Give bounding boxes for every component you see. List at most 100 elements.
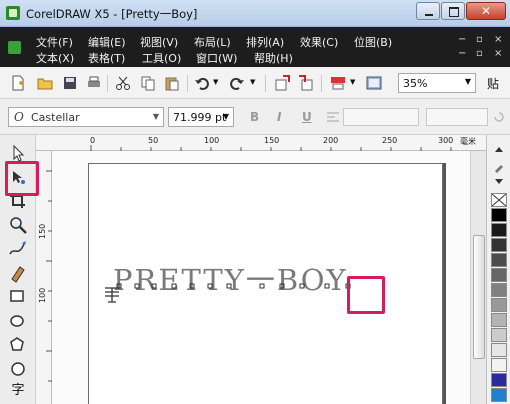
palette-flyout-arrow-icon[interactable] <box>493 177 505 187</box>
toolbar-divider <box>265 75 266 92</box>
open-folder-icon[interactable] <box>37 75 53 91</box>
horizontal-ruler: 0 50 100 150 200 250 300 毫米 <box>36 135 486 151</box>
color-swatch[interactable] <box>491 208 507 222</box>
close-button[interactable]: ✕ <box>466 2 506 20</box>
coreldraw-app-icon[interactable] <box>6 6 20 20</box>
color-swatch[interactable] <box>491 388 507 402</box>
eyedropper-icon[interactable] <box>493 161 505 173</box>
doc2-minimize-button[interactable]: − <box>458 48 466 59</box>
menu-effects[interactable]: 效果(C) <box>300 34 338 50</box>
redo-dropdown-arrow[interactable]: ▼ <box>250 78 255 86</box>
vertical-scrollbar[interactable] <box>470 151 486 404</box>
paste-icon[interactable] <box>164 75 180 91</box>
color-swatch[interactable] <box>491 283 507 297</box>
ruler-tick-label: 150 <box>38 223 47 239</box>
color-swatch[interactable] <box>491 238 507 252</box>
color-swatch[interactable] <box>491 298 507 312</box>
italic-button[interactable]: I <box>277 110 281 124</box>
color-swatch[interactable] <box>491 373 507 387</box>
font-size-select[interactable]: 71.999 pt ▼ <box>168 107 234 127</box>
print-icon[interactable] <box>86 75 102 91</box>
font-name: Castellar <box>31 111 80 124</box>
color-swatch[interactable] <box>491 193 507 207</box>
chevron-down-icon: ▼ <box>464 77 471 86</box>
snap-to-button[interactable]: 贴 <box>487 75 499 92</box>
color-swatch[interactable] <box>491 253 507 267</box>
ellipse-tool-icon[interactable] <box>8 311 28 331</box>
menu-text[interactable]: 文本(X) <box>36 50 74 66</box>
undo-dropdown-arrow[interactable]: ▼ <box>213 78 218 86</box>
text-tool-icon[interactable]: 字 <box>8 379 28 399</box>
undo-icon[interactable] <box>194 75 210 91</box>
polygon-tool-icon[interactable] <box>8 335 28 355</box>
cut-icon[interactable] <box>115 75 131 91</box>
underline-button[interactable]: U <box>302 110 312 124</box>
menu-layout[interactable]: 布局(L) <box>194 34 231 50</box>
smart-fill-tool-icon[interactable] <box>8 263 28 283</box>
font-list-select[interactable]: O Castellar ▼ <box>8 107 164 127</box>
chevron-down-icon: ▼ <box>152 112 159 121</box>
ruler-units-label: 毫米 <box>460 137 476 146</box>
font-size-value: 71.999 pt <box>173 111 227 124</box>
doc-minimize-button[interactable]: − <box>458 34 466 45</box>
rectangle-tool-icon[interactable] <box>8 287 28 307</box>
menu-window[interactable]: 窗口(W) <box>196 50 237 66</box>
save-icon[interactable] <box>62 75 78 91</box>
document-icon[interactable] <box>8 41 21 54</box>
color-swatch[interactable] <box>491 328 507 342</box>
export-icon[interactable] <box>298 75 314 91</box>
menu-help[interactable]: 帮助(H) <box>254 50 293 66</box>
menu-view[interactable]: 视图(V) <box>140 34 178 50</box>
basic-shapes-tool-icon[interactable] <box>8 359 28 379</box>
pick-tool-icon[interactable] <box>8 143 28 163</box>
standard-toolbar: ▼ ▼ ▼ 35% ▼ 贴 <box>0 67 510 99</box>
menu-file[interactable]: 文件(F) <box>36 34 73 50</box>
zoom-level-select[interactable]: 35% ▼ <box>398 73 476 93</box>
window-title: CorelDRAW X5 - [Pretty一Boy] <box>26 7 198 21</box>
color-swatch[interactable] <box>491 358 507 372</box>
toolbar-divider <box>107 75 108 92</box>
doc2-close-button[interactable]: × <box>494 48 502 59</box>
character-node-highlight <box>347 276 385 314</box>
menu-arrange[interactable]: 排列(A) <box>246 34 284 50</box>
property-bar: O Castellar ▼ 71.999 pt ▼ B I U <box>0 99 510 135</box>
menu-table[interactable]: 表格(T) <box>88 50 125 66</box>
color-swatch[interactable] <box>491 313 507 327</box>
toolbar-divider <box>321 75 322 92</box>
doc2-restore-button[interactable]: ▫ <box>476 48 483 59</box>
horizontal-ruler-ticks <box>90 145 452 151</box>
menu-bitmaps[interactable]: 位图(B) <box>354 34 392 50</box>
launcher-dropdown-arrow[interactable]: ▼ <box>350 78 355 86</box>
zoom-value: 35% <box>403 77 428 90</box>
menu-tools[interactable]: 工具(O) <box>142 50 181 66</box>
application-launcher-icon[interactable] <box>330 75 346 91</box>
ruler-tick-label: 100 <box>204 136 220 145</box>
copy-icon[interactable] <box>140 75 156 91</box>
title-bar: CorelDRAW X5 - [Pretty一Boy] ✕ <box>0 0 510 27</box>
color-swatch[interactable] <box>491 223 507 237</box>
line-spacing-field[interactable] <box>426 108 488 126</box>
maximize-button[interactable] <box>441 2 465 20</box>
shape-tool-highlight <box>5 161 39 196</box>
rotate-icon[interactable] <box>492 110 506 124</box>
color-swatch[interactable] <box>491 343 507 357</box>
scrollbar-thumb[interactable] <box>473 235 485 359</box>
redo-icon[interactable] <box>229 75 245 91</box>
align-text-icon[interactable] <box>326 110 340 124</box>
doc-restore-button[interactable]: ▫ <box>476 34 483 45</box>
minimize-button[interactable] <box>416 2 440 20</box>
doc-close-button[interactable]: × <box>494 34 502 45</box>
import-icon[interactable] <box>274 75 290 91</box>
menu-edit[interactable]: 编辑(E) <box>88 34 126 50</box>
freehand-tool-icon[interactable] <box>8 239 28 259</box>
welcome-screen-icon[interactable] <box>366 75 382 91</box>
color-swatch[interactable] <box>491 268 507 282</box>
palette-scroll-up-icon[interactable] <box>493 145 505 155</box>
bold-button[interactable]: B <box>250 110 259 124</box>
ruler-tick-label: 200 <box>323 136 339 145</box>
new-document-icon[interactable] <box>10 75 26 91</box>
opentype-font-icon: O <box>14 110 24 124</box>
ruler-tick-label: 250 <box>382 136 398 145</box>
char-spacing-field[interactable] <box>343 108 419 126</box>
zoom-tool-icon[interactable] <box>8 215 28 235</box>
